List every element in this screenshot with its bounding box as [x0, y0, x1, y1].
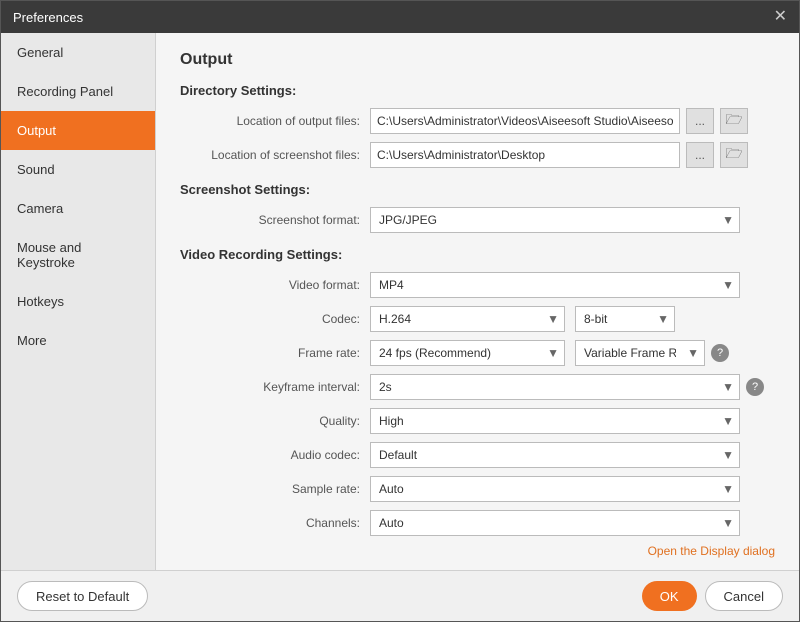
keyframe-control: 2s 1s 5s ▼ ?: [370, 374, 775, 400]
codec-control: H.264 H.265 ▼ 8-bit 10-bit ▼: [370, 306, 775, 332]
channels-label: Channels:: [180, 516, 370, 530]
screenshot-files-row: Location of screenshot files: ... 🗁: [180, 142, 775, 168]
screenshot-format-select[interactable]: JPG/JPEG PNG BMP GIF: [370, 207, 740, 233]
sample-rate-control: Auto 44100 Hz 48000 Hz ▼: [370, 476, 775, 502]
ok-button[interactable]: OK: [642, 581, 697, 611]
keyframe-wrap: 2s 1s 5s ▼: [370, 374, 740, 400]
output-folder-button[interactable]: 🗁: [720, 108, 748, 134]
screenshot-dots-button[interactable]: ...: [686, 142, 714, 168]
display-dialog-row: Open the Display dialog: [180, 544, 775, 558]
preferences-window: Preferences ✕ General Recording Panel Ou…: [0, 0, 800, 622]
keyframe-help-icon[interactable]: ?: [746, 378, 764, 396]
variable-wrap: Variable Frame Rate Constant Frame Rate …: [575, 340, 705, 366]
sample-rate-label: Sample rate:: [180, 482, 370, 496]
sample-rate-select[interactable]: Auto 44100 Hz 48000 Hz: [370, 476, 740, 502]
audio-codec-control: Default AAC MP3 ▼: [370, 442, 775, 468]
audio-codec-select[interactable]: Default AAC MP3: [370, 442, 740, 468]
sample-rate-row: Sample rate: Auto 44100 Hz 48000 Hz ▼: [180, 476, 775, 502]
variable-select[interactable]: Variable Frame Rate Constant Frame Rate: [575, 340, 705, 366]
bit-select[interactable]: 8-bit 10-bit: [575, 306, 675, 332]
codec-row: Codec: H.264 H.265 ▼ 8-bit 10-bit: [180, 306, 775, 332]
output-files-control: ... 🗁: [370, 108, 775, 134]
titlebar: Preferences ✕: [1, 1, 799, 33]
codec-label: Codec:: [180, 312, 370, 326]
video-format-wrap: MP4 AVI MOV ▼: [370, 272, 740, 298]
keyframe-select[interactable]: 2s 1s 5s: [370, 374, 740, 400]
frame-rate-wrap: 24 fps (Recommend) 30 fps 60 fps ▼: [370, 340, 565, 366]
output-files-label: Location of output files:: [180, 114, 370, 128]
channels-select[interactable]: Auto Mono Stereo: [370, 510, 740, 536]
quality-select[interactable]: High Medium Low: [370, 408, 740, 434]
audio-codec-wrap: Default AAC MP3 ▼: [370, 442, 740, 468]
quality-label: Quality:: [180, 414, 370, 428]
sample-rate-wrap: Auto 44100 Hz 48000 Hz ▼: [370, 476, 740, 502]
sidebar-item-mouse-and-keystroke[interactable]: Mouse and Keystroke: [1, 228, 155, 282]
audio-codec-row: Audio codec: Default AAC MP3 ▼: [180, 442, 775, 468]
reset-button[interactable]: Reset to Default: [17, 581, 148, 611]
channels-row: Channels: Auto Mono Stereo ▼: [180, 510, 775, 536]
content-area: General Recording Panel Output Sound Cam…: [1, 33, 799, 570]
sidebar-item-general[interactable]: General: [1, 33, 155, 72]
sidebar-item-recording-panel[interactable]: Recording Panel: [1, 72, 155, 111]
screenshot-settings-title: Screenshot Settings:: [180, 182, 775, 197]
frame-rate-control: 24 fps (Recommend) 30 fps 60 fps ▼ Varia…: [370, 340, 775, 366]
quality-wrap: High Medium Low ▼: [370, 408, 740, 434]
sidebar-item-more[interactable]: More: [1, 321, 155, 360]
channels-control: Auto Mono Stereo ▼: [370, 510, 775, 536]
display-dialog-link[interactable]: Open the Display dialog: [648, 544, 775, 558]
footer-right: OK Cancel: [642, 581, 783, 611]
screenshot-files-input[interactable]: [370, 142, 680, 168]
output-files-input[interactable]: [370, 108, 680, 134]
frame-rate-help-icon[interactable]: ?: [711, 344, 729, 362]
codec-wrap: H.264 H.265 ▼: [370, 306, 565, 332]
sidebar-item-hotkeys[interactable]: Hotkeys: [1, 282, 155, 321]
screenshot-format-label: Screenshot format:: [180, 213, 370, 227]
keyframe-label: Keyframe interval:: [180, 380, 370, 394]
sidebar-item-sound[interactable]: Sound: [1, 150, 155, 189]
video-settings-title: Video Recording Settings:: [180, 247, 775, 262]
quality-row: Quality: High Medium Low ▼: [180, 408, 775, 434]
audio-codec-label: Audio codec:: [180, 448, 370, 462]
video-format-label: Video format:: [180, 278, 370, 292]
frame-rate-label: Frame rate:: [180, 346, 370, 360]
screenshot-format-wrap: JPG/JPEG PNG BMP GIF ▼: [370, 207, 740, 233]
quality-control: High Medium Low ▼: [370, 408, 775, 434]
screenshot-folder-button[interactable]: 🗁: [720, 142, 748, 168]
sidebar: General Recording Panel Output Sound Cam…: [1, 33, 156, 570]
keyframe-row: Keyframe interval: 2s 1s 5s ▼ ?: [180, 374, 775, 400]
directory-settings-title: Directory Settings:: [180, 83, 775, 98]
sidebar-item-camera[interactable]: Camera: [1, 189, 155, 228]
screenshot-files-label: Location of screenshot files:: [180, 148, 370, 162]
sidebar-item-output[interactable]: Output: [1, 111, 155, 150]
output-dots-button[interactable]: ...: [686, 108, 714, 134]
frame-rate-row: Frame rate: 24 fps (Recommend) 30 fps 60…: [180, 340, 775, 366]
output-files-row: Location of output files: ... 🗁: [180, 108, 775, 134]
screenshot-format-row: Screenshot format: JPG/JPEG PNG BMP GIF …: [180, 207, 775, 233]
screenshot-files-control: ... 🗁: [370, 142, 775, 168]
frame-rate-select[interactable]: 24 fps (Recommend) 30 fps 60 fps: [370, 340, 565, 366]
codec-select[interactable]: H.264 H.265: [370, 306, 565, 332]
video-format-control: MP4 AVI MOV ▼: [370, 272, 775, 298]
close-button[interactable]: ✕: [774, 9, 787, 25]
video-format-row: Video format: MP4 AVI MOV ▼: [180, 272, 775, 298]
screenshot-format-control: JPG/JPEG PNG BMP GIF ▼: [370, 207, 775, 233]
bit-wrap: 8-bit 10-bit ▼: [575, 306, 675, 332]
footer: Reset to Default OK Cancel: [1, 570, 799, 621]
window-title: Preferences: [13, 10, 83, 25]
channels-wrap: Auto Mono Stereo ▼: [370, 510, 740, 536]
video-format-select[interactable]: MP4 AVI MOV: [370, 272, 740, 298]
cancel-button[interactable]: Cancel: [705, 581, 783, 611]
main-content: Output Directory Settings: Location of o…: [156, 33, 799, 570]
page-title: Output: [180, 51, 775, 69]
